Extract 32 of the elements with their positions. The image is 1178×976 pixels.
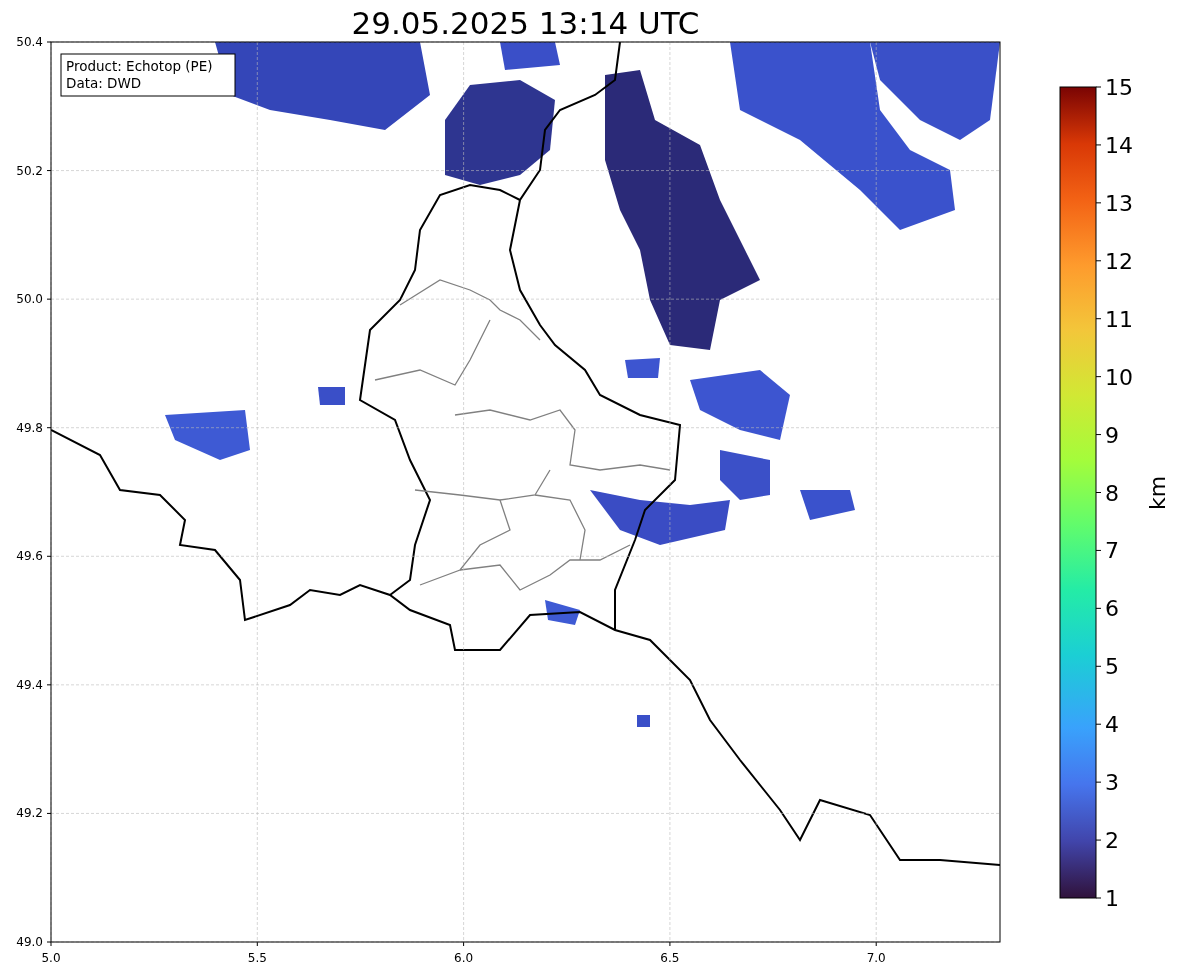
colorbar-tick-label: 14	[1105, 132, 1133, 158]
colorbar-tick-label: 7	[1105, 538, 1119, 564]
chart-title: 29.05.2025 13:14 UTC	[351, 5, 700, 41]
y-tick-label: 50.4	[16, 35, 43, 49]
colorbar-tick-label: 15	[1105, 75, 1133, 100]
colorbar-tick-label: 6	[1105, 596, 1119, 622]
colorbar-tick-label: 8	[1105, 480, 1119, 506]
colorbar-tick-label: 5	[1105, 654, 1119, 680]
colorbar-tick-label: 12	[1105, 248, 1133, 274]
y-tick-label: 49.4	[16, 677, 43, 692]
colorbar-tick-label: 10	[1105, 364, 1133, 390]
y-tick-label: 49.6	[16, 549, 43, 564]
colorbar-label: km	[1145, 475, 1170, 511]
y-tick-label: 49.0	[16, 935, 43, 949]
x-tick-label: 5.0	[41, 951, 61, 965]
x-tick-label: 5.5	[247, 951, 267, 965]
x-tick-label: 7.0	[866, 951, 886, 965]
colorbar-tick-label: 11	[1105, 306, 1133, 332]
y-tick-label: 49.8	[16, 420, 43, 435]
colorbar-tick-label: 2	[1105, 828, 1119, 854]
x-tick-label: 6.0	[454, 951, 474, 965]
y-tick-label: 50.0	[16, 292, 43, 307]
info-text: Product: Echotop (PE)	[66, 58, 213, 74]
y-tick-label: 49.2	[16, 806, 43, 821]
info-text: Data: DWD	[66, 75, 142, 91]
y-tick-label: 50.2	[16, 163, 43, 178]
colorbar-tick-label: 1	[1105, 886, 1119, 911]
colorbar-tick-label: 9	[1105, 422, 1119, 448]
colorbar-tick-label: 3	[1105, 770, 1119, 796]
colorbar-tick-label: 4	[1105, 712, 1119, 738]
colorbar-tick-label: 13	[1105, 190, 1133, 216]
x-tick-label: 6.5	[660, 951, 680, 965]
